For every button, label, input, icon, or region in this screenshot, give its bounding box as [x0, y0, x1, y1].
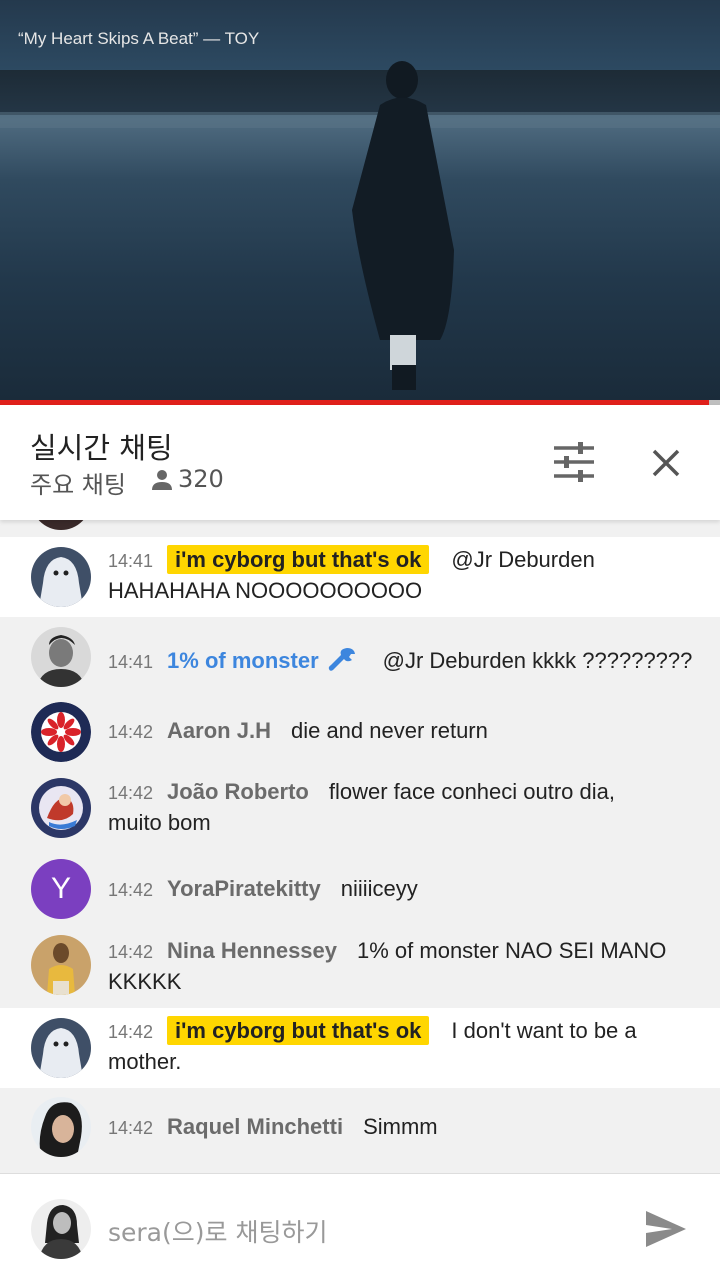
message-text: Simmm	[363, 1114, 438, 1139]
message-author[interactable]: YoraPiratekitty	[167, 876, 321, 901]
chat-message: 14:42 i'm cyborg but that's ok I don't wan…	[0, 1008, 720, 1088]
avatar	[31, 627, 91, 687]
illustration-avatar-icon	[31, 778, 91, 838]
message-time: 14:42	[108, 1022, 154, 1042]
message-time: 14:41	[108, 551, 154, 571]
message-time: 14:42	[108, 880, 154, 900]
chat-message: 14:42 Aaron J.H die and never return	[0, 696, 720, 766]
message-text: 1% of monster NAO SEI MANO	[357, 938, 667, 963]
person-icon	[152, 470, 172, 490]
wrench-icon	[328, 648, 355, 671]
send-icon[interactable]	[644, 1209, 688, 1249]
message-author[interactable]: i'm cyborg but that's ok	[167, 1016, 430, 1045]
message-author[interactable]: Raquel Minchetti	[167, 1114, 343, 1139]
video-player[interactable]: “My Heart Skips A Beat” — TOY	[0, 0, 720, 400]
message-text-cont: mother.	[108, 1049, 182, 1074]
video-title: “My Heart Skips A Beat” — TOY	[18, 29, 260, 48]
video-figure	[352, 61, 454, 390]
person-avatar-icon	[31, 627, 91, 687]
message-text: @Jr Deburden	[451, 547, 595, 572]
chat-message: 14:41 i'm cyborg but that's ok @Jr Deburde…	[0, 537, 720, 617]
chat-message: 14:42 Raquel Minchetti Simmm	[0, 1094, 720, 1170]
chat-title: 실시간 채팅	[30, 431, 173, 465]
chat-mode-selector[interactable]: 주요 채팅	[30, 465, 126, 500]
message-time: 14:41	[108, 652, 154, 672]
user-avatar	[31, 1199, 91, 1259]
avatar	[31, 778, 91, 838]
chat-input[interactable]: sera(으)로 채팅하기	[108, 1213, 327, 1249]
chat-message: 14:42 João Roberto flower face conheci out…	[0, 766, 720, 856]
chat-composer: sera(으)로 채팅하기	[0, 1173, 720, 1281]
message-text-cont: KKKKK	[108, 969, 182, 994]
message-text: flower face conheci outro dia,	[328, 779, 616, 804]
avatar	[31, 1018, 91, 1078]
avatar: Y	[31, 859, 91, 919]
message-time: 14:42	[108, 942, 154, 962]
message-text: die and never return	[290, 718, 488, 743]
message-time: 14:42	[108, 1118, 154, 1138]
chat-header: 실시간 채팅 주요 채팅 320	[0, 405, 720, 520]
chat-message: 14:41 1% of monster @Jr Deburden kkkk ????…	[0, 624, 720, 696]
message-time: 14:42	[108, 722, 154, 742]
message-author[interactable]: Aaron J.H	[167, 718, 271, 743]
filter-icon[interactable]	[552, 442, 596, 482]
message-time: 14:42	[108, 783, 154, 803]
photo-avatar-icon	[31, 935, 91, 995]
close-icon[interactable]	[646, 443, 686, 483]
message-text: @Jr Deburden kkkk ?????????	[382, 648, 693, 673]
avatar	[31, 520, 91, 530]
chat-message: 14:42 Nina Hennessey 1% of monster NAO SEI…	[0, 922, 720, 1008]
ghost-avatar-icon	[31, 1018, 91, 1078]
photo-avatar-icon	[31, 1199, 91, 1259]
avatar	[31, 702, 91, 762]
chat-message: Y 14:42 YoraPiratekitty niiiiceyy	[0, 856, 720, 922]
message-text-cont: muito bom	[108, 810, 211, 835]
message-text-cont: HAHAHAHA NOOOOOOOOOO	[108, 578, 423, 603]
chat-list[interactable]: 14:41 i'm cyborg but that's ok @Jr Deburde…	[0, 520, 720, 1173]
message-text: I don't want to be a	[451, 1018, 637, 1043]
viewer-count-value: 320	[178, 465, 224, 493]
message-author[interactable]: João Roberto	[167, 779, 309, 804]
message-author[interactable]: i'm cyborg but that's ok	[167, 545, 430, 574]
photo-avatar-icon	[31, 1097, 91, 1157]
ghost-avatar-icon	[31, 547, 91, 607]
viewer-count: 320	[150, 465, 224, 493]
message-author[interactable]: 1% of monster	[167, 648, 319, 673]
message-text: niiiiceyy	[340, 876, 418, 901]
avatar	[31, 1097, 91, 1157]
avatar	[31, 547, 91, 607]
message-author[interactable]: Nina Hennessey	[167, 938, 337, 963]
band-logo-icon	[31, 702, 91, 762]
avatar	[31, 935, 91, 995]
